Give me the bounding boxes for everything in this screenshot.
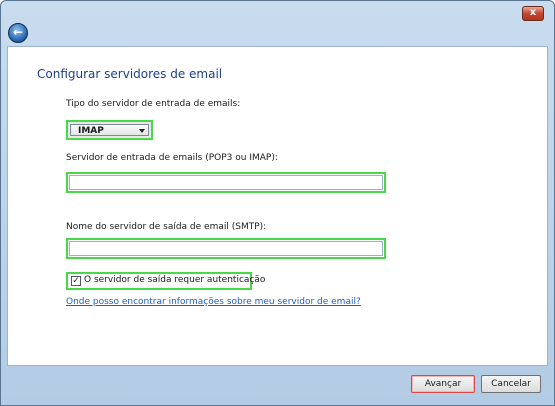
incoming-server-field[interactable] — [69, 175, 383, 190]
close-button[interactable]: x — [522, 6, 544, 21]
incoming-server-label: Servidor de entrada de emails (POP3 ou I… — [66, 153, 278, 163]
checkmark-icon: ✓ — [72, 276, 80, 286]
auth-checkbox-row[interactable]: ✓ O servidor de saída requer autenticaçã… — [66, 272, 265, 290]
help-link[interactable]: Onde posso encontrar informações sobre m… — [66, 297, 361, 307]
incoming-server-input[interactable] — [66, 172, 386, 193]
outgoing-server-field[interactable] — [69, 241, 383, 256]
incoming-type-select-box[interactable]: IMAP — [70, 124, 149, 136]
auth-checkbox-label[interactable]: O servidor de saída requer autenticação — [84, 275, 265, 285]
back-arrow-icon: ← — [12, 25, 24, 39]
chevron-down-icon — [139, 129, 145, 133]
incoming-type-label: Tipo do servidor de entrada de emails: — [66, 99, 241, 109]
title-bar: x — [1, 1, 554, 25]
auth-checkbox[interactable]: ✓ — [71, 276, 81, 286]
back-button[interactable]: ← — [8, 23, 28, 43]
content-panel: Configurar servidores de email Tipo do s… — [7, 46, 548, 366]
footer: Avançar Cancelar — [1, 367, 554, 405]
page-title: Configurar servidores de email — [37, 67, 223, 81]
next-button[interactable]: Avançar — [411, 375, 475, 393]
outgoing-server-label: Nome do servidor de saída de email (SMTP… — [66, 222, 267, 232]
close-icon: x — [529, 7, 537, 18]
incoming-type-value: IMAP — [78, 126, 104, 136]
outgoing-server-input[interactable] — [66, 238, 386, 259]
dialog-window: x ← Configurar servidores de email Tipo … — [0, 0, 555, 406]
incoming-type-select[interactable]: IMAP — [66, 120, 153, 140]
cancel-button[interactable]: Cancelar — [481, 375, 541, 393]
